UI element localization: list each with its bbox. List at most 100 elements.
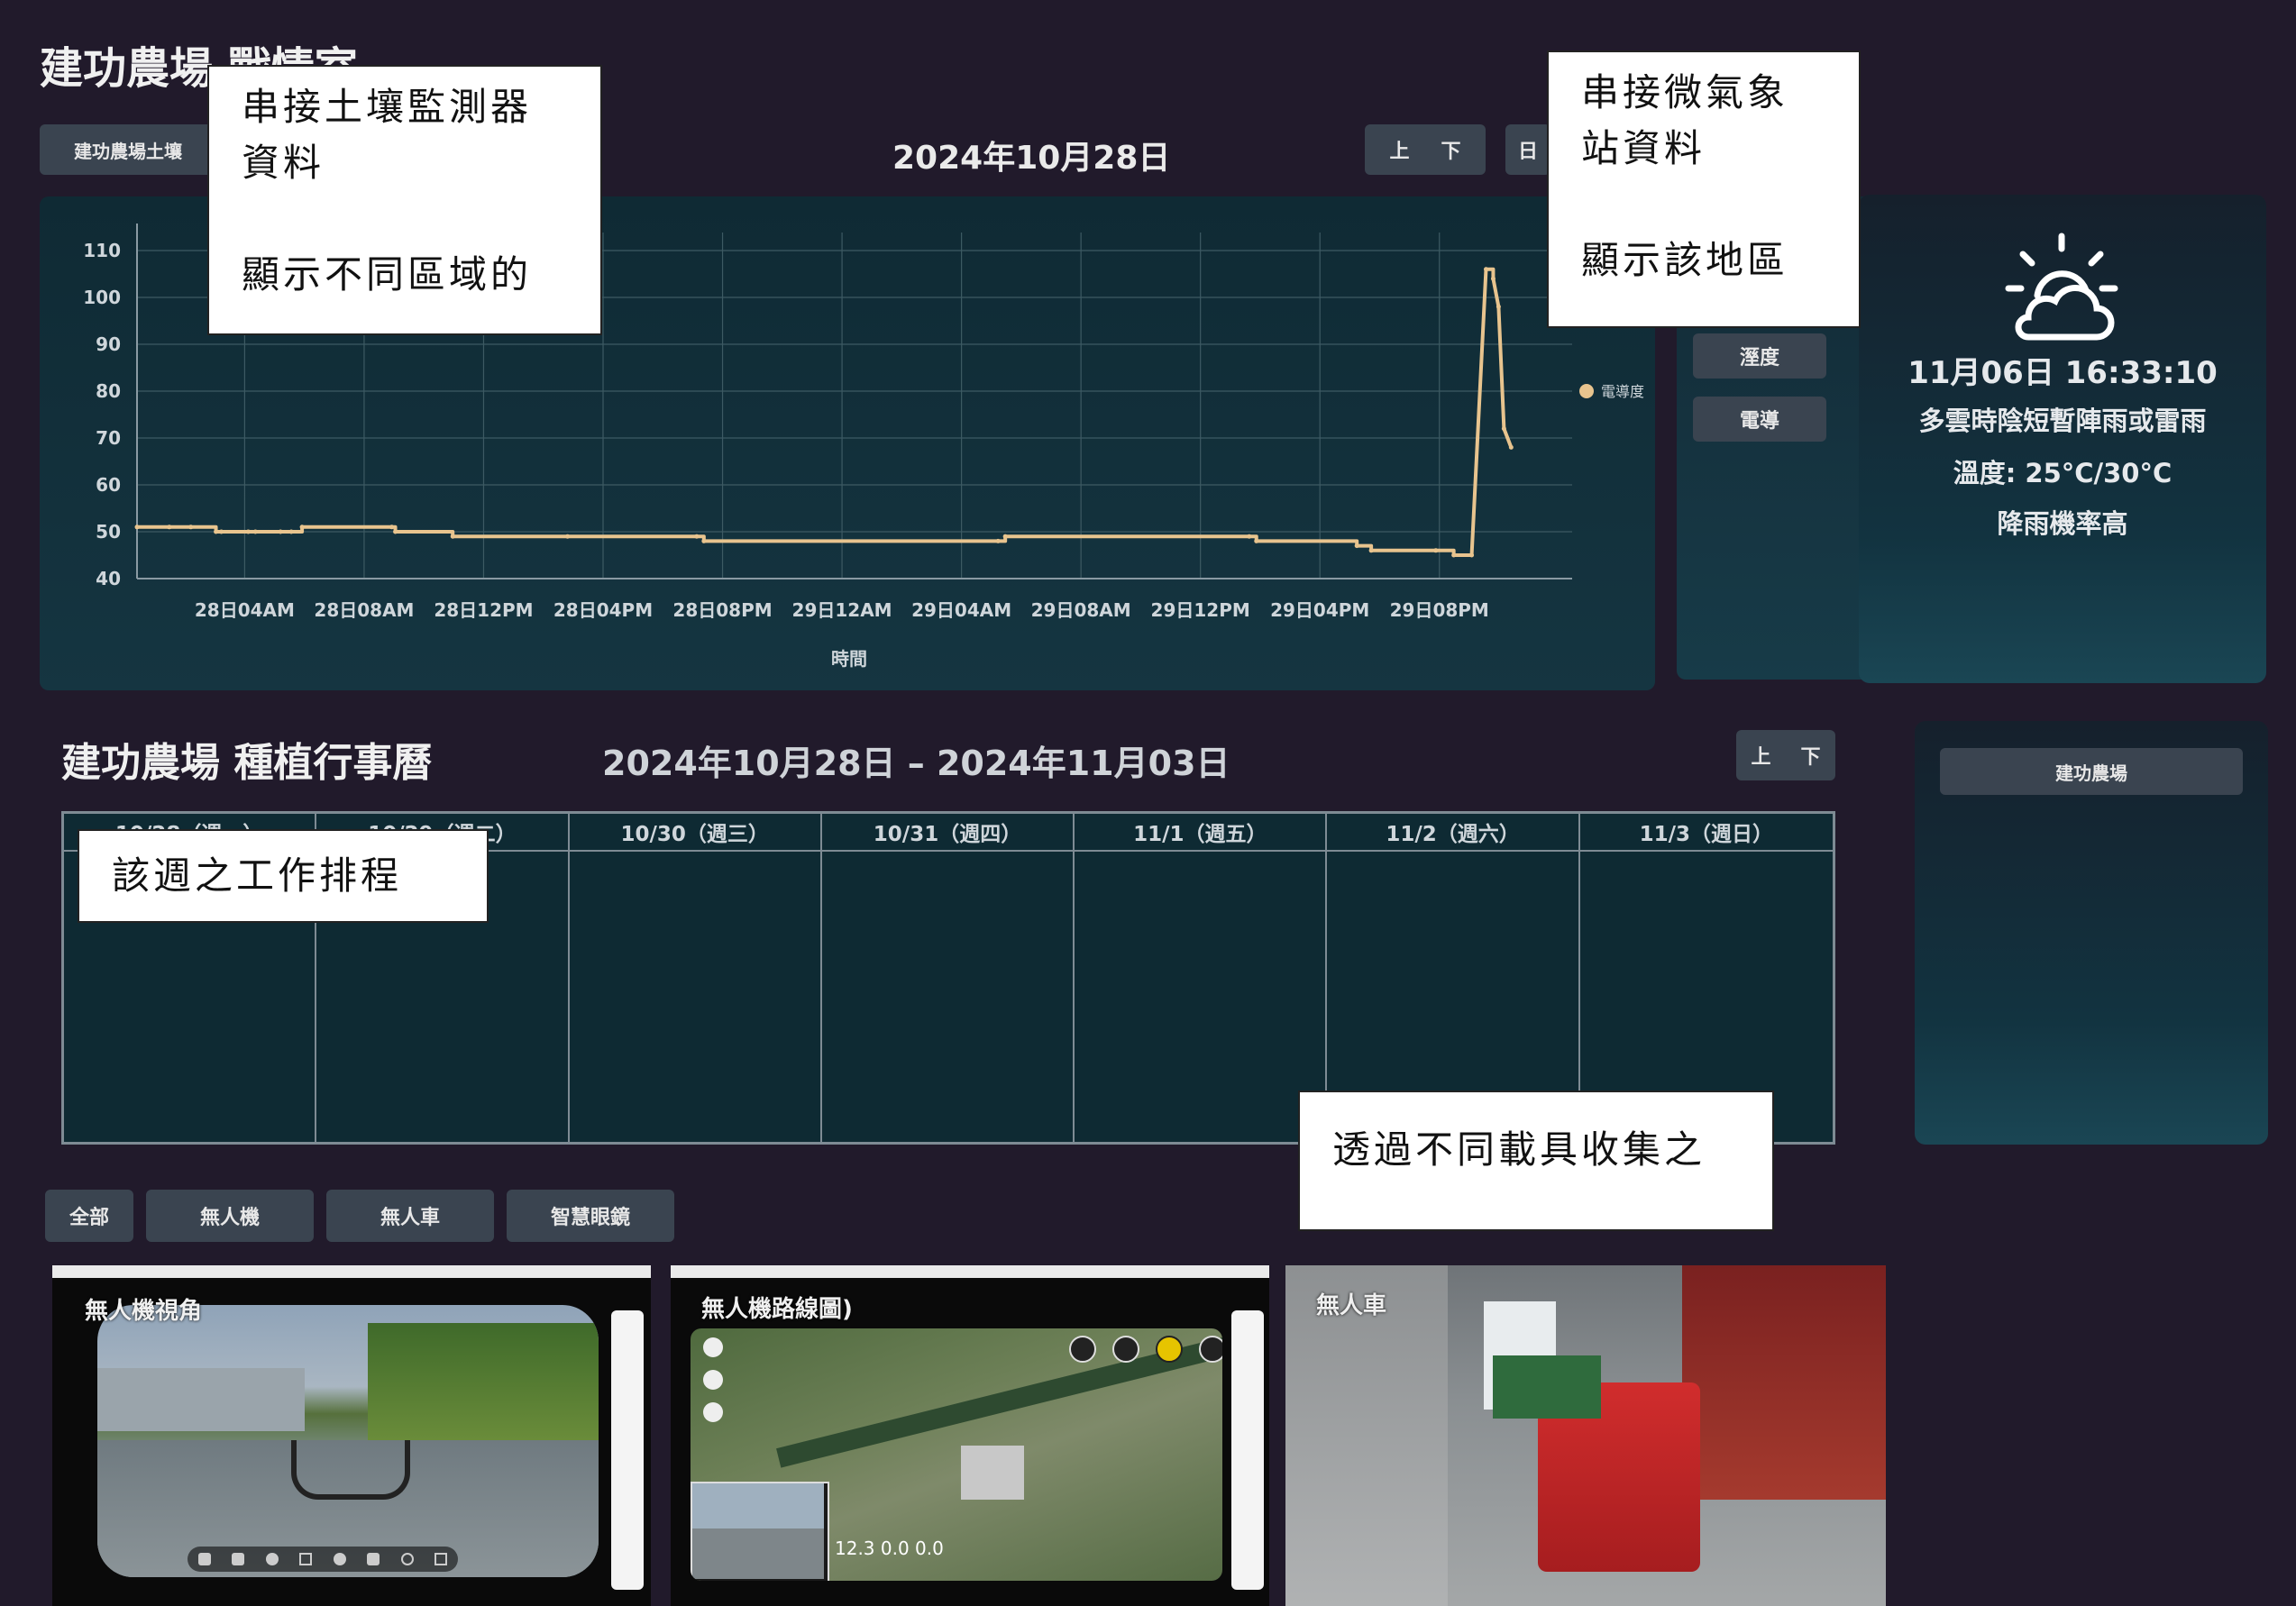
data-point[interactable] (252, 529, 258, 534)
weather-forecast: 多雲時陰短暫陣雨或雷雨 (1918, 406, 2207, 436)
map-tool-icons (1069, 1336, 1222, 1363)
weather-rain-chance: 降雨機率高 (1997, 508, 2128, 539)
filter-smart-glasses-button[interactable]: 智慧眼鏡 (507, 1190, 674, 1242)
data-point[interactable] (214, 529, 219, 534)
x-tick-label: 28日04AM (195, 599, 295, 621)
data-point[interactable] (1469, 552, 1475, 558)
calendar-day-header: 11/3（週日） (1579, 814, 1833, 852)
calendar-range: 2024年10月28日 – 2024年11月03日 (602, 744, 1230, 783)
calendar-nav[interactable]: 上 下 (1736, 730, 1835, 780)
data-point[interactable] (1433, 548, 1439, 553)
data-point[interactable] (288, 529, 294, 534)
data-point[interactable] (1247, 534, 1252, 539)
humidity-button[interactable]: 溼度 (1693, 333, 1826, 379)
data-point[interactable] (1508, 444, 1514, 450)
map-tool-icon[interactable] (1199, 1336, 1222, 1363)
data-point[interactable] (995, 538, 1001, 543)
data-point[interactable] (1451, 552, 1457, 558)
nav-day-button[interactable]: 日 (1505, 124, 1550, 175)
drone-landing-gear (291, 1440, 410, 1500)
map-side-icon[interactable] (703, 1402, 723, 1422)
x-tick-label: 29日12PM (1151, 599, 1250, 621)
note-vehicle-collection: 透過不同載具收集之 (1298, 1090, 1774, 1231)
filter-vehicle-button[interactable]: 無人車 (326, 1190, 494, 1242)
x-tick-label: 28日12PM (434, 599, 533, 621)
nav-up-button[interactable]: 上 (1389, 135, 1409, 164)
settings-icon[interactable] (265, 1553, 279, 1565)
calendar-day-column[interactable]: 11/1（週五） (1075, 814, 1328, 1142)
drone-route-map-feed[interactable]: 12.3 0.0 0.0 無人機路線圖) (671, 1265, 1269, 1606)
map-tool-icon[interactable] (1069, 1336, 1096, 1363)
x-tick-label: 29日12AM (792, 599, 892, 621)
data-point[interactable] (393, 529, 398, 534)
current-date: 2024年10月28日 (892, 140, 1171, 177)
legend-label[interactable]: 電導度 (1601, 383, 1644, 400)
light-icon[interactable] (333, 1553, 346, 1565)
y-tick-label: 100 (83, 287, 121, 308)
calendar-day-header: 11/1（週五） (1075, 814, 1326, 852)
y-tick-label: 80 (96, 380, 121, 402)
filter-all-button[interactable]: 全部 (45, 1190, 133, 1242)
data-point[interactable] (219, 529, 224, 534)
vehicle-label: 無人車 (1316, 1292, 1387, 1319)
data-point[interactable] (1354, 543, 1359, 549)
drone-view-label: 無人機視角 (85, 1298, 203, 1325)
drone-view-feed[interactable]: 無人機視角 (52, 1265, 651, 1606)
map-tool-icon[interactable] (1112, 1336, 1139, 1363)
y-tick-label: 60 (96, 474, 121, 496)
data-point[interactable] (565, 534, 571, 539)
x-tick-label: 28日08AM (314, 599, 414, 621)
data-point[interactable] (1483, 267, 1488, 272)
y-tick-label: 70 (96, 427, 121, 449)
data-point[interactable] (278, 529, 283, 534)
map-tool-icon[interactable] (1156, 1336, 1183, 1363)
data-point[interactable] (167, 525, 172, 530)
data-point[interactable] (389, 525, 395, 530)
x-tick-label: 29日08AM (1031, 599, 1131, 621)
map-side-icon[interactable] (703, 1337, 723, 1357)
fullscreen-icon[interactable] (299, 1553, 313, 1565)
nav-down-button[interactable]: 下 (1441, 135, 1460, 164)
calendar-day-header: 11/2（週六） (1327, 814, 1578, 852)
calendar-day-header: 10/30（週三） (569, 814, 820, 852)
soil-source-button[interactable]: 建功農場土壤 (40, 124, 216, 175)
data-point[interactable] (1490, 276, 1496, 281)
data-point[interactable] (1501, 426, 1506, 432)
photo-icon[interactable] (367, 1553, 380, 1565)
data-point[interactable] (245, 529, 251, 534)
exit-icon[interactable] (435, 1553, 448, 1565)
x-tick-label: 28日04PM (553, 599, 653, 621)
calendar-day-column[interactable]: 10/31（週四） (821, 814, 1075, 1142)
calendar-up-button[interactable]: 上 (1751, 741, 1770, 770)
data-point[interactable] (134, 525, 140, 530)
data-point[interactable] (188, 525, 194, 530)
data-point[interactable] (1368, 548, 1374, 553)
vehicle-feed[interactable]: 無人車 (1285, 1265, 1886, 1606)
data-point[interactable] (450, 534, 455, 539)
calendar-day-column[interactable]: 10/30（週三） (569, 814, 822, 1142)
filter-drone-button[interactable]: 無人機 (146, 1190, 314, 1242)
ec-button[interactable]: 電導 (1693, 397, 1826, 442)
telemetry-readout: 12.3 0.0 0.0 (835, 1538, 944, 1559)
calendar-down-button[interactable]: 下 (1800, 741, 1820, 770)
data-point[interactable] (701, 538, 707, 543)
data-point[interactable] (299, 525, 305, 530)
data-point[interactable] (1254, 538, 1259, 543)
note-week-schedule: 該週之工作排程 (78, 829, 489, 923)
satellite-map[interactable]: 12.3 0.0 0.0 (691, 1328, 1222, 1581)
data-point[interactable] (1496, 304, 1501, 309)
farm-button[interactable]: 建功農場 (1940, 748, 2243, 795)
chart-nav-up-down[interactable]: 上 下 (1365, 124, 1486, 175)
map-side-icon[interactable] (703, 1370, 723, 1390)
drone-camera-image (97, 1305, 599, 1577)
record-icon[interactable] (197, 1553, 211, 1565)
weather-datetime: 11月06日 16:33:10 (1907, 355, 2218, 391)
rotate-icon[interactable] (400, 1553, 414, 1565)
note-weather-station: 串接微氣象 站資料 顯示該地區 (1547, 50, 1861, 328)
data-point[interactable] (1002, 534, 1008, 539)
data-point[interactable] (694, 534, 700, 539)
legend-marker (1579, 384, 1594, 398)
x-tick-label: 29日08PM (1390, 599, 1489, 621)
camera-icon[interactable] (232, 1553, 245, 1565)
x-axis-label: 時間 (831, 648, 867, 670)
